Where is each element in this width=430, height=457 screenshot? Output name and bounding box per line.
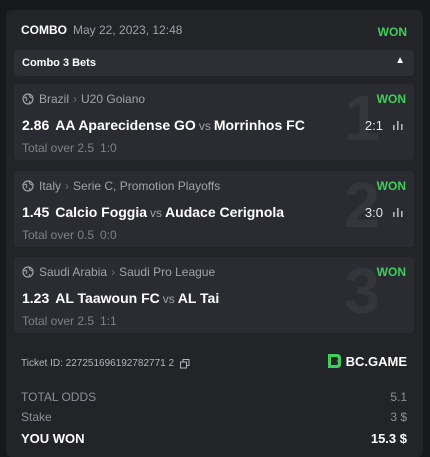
- vs-label: vs: [162, 292, 175, 306]
- market-result: 1:0: [100, 141, 117, 155]
- brand-name: BC.GAME: [345, 353, 407, 369]
- ticket-id-text: Ticket ID: 227251696192782771 2: [21, 358, 175, 369]
- market-name: Total over 2.5: [22, 314, 95, 328]
- market-name: Total over 2.5: [22, 141, 95, 155]
- country-name: Saudi Arabia: [39, 265, 108, 279]
- bet-item[interactable]: 3 Saudi Arabia › Saudi Pro League WON 1.…: [14, 257, 414, 333]
- bet-status: WON: [376, 179, 406, 193]
- stats-icon[interactable]: [392, 207, 404, 218]
- chevron-up-icon[interactable]: ▲: [395, 55, 405, 66]
- league-name: Saudi Pro League: [119, 265, 216, 279]
- match-score: 3:0: [364, 205, 383, 220]
- bet-item[interactable]: 2 Italy › Serie C, Promotion Playoffs WO…: [14, 171, 414, 247]
- payout-value: 15.3 $: [370, 431, 407, 446]
- bet-status: WON: [376, 92, 406, 106]
- home-team: AL Taawoun FC: [55, 290, 160, 306]
- bc-game-logo: BC.GAME: [326, 353, 407, 369]
- vs-label: vs: [198, 119, 211, 133]
- away-team: Morrinhos FC: [213, 117, 305, 133]
- bet-ticket-card: COMBO May 22, 2023, 12:48 WON Combo 3 Be…: [6, 10, 423, 457]
- globe-icon: [22, 266, 34, 278]
- bet-odds: 1.45: [22, 204, 50, 220]
- total-odds-value: 5.1: [390, 390, 407, 404]
- ticket-status: WON: [377, 25, 407, 39]
- bet-league: Italy › Serie C, Promotion Playoffs: [22, 179, 220, 193]
- market-result: 1:1: [100, 314, 117, 328]
- combo-collapse-toggle[interactable]: Combo 3 Bets ▲: [14, 50, 414, 76]
- home-team: Calcio Foggia: [55, 204, 148, 220]
- market-name: Total over 0.5: [22, 228, 95, 242]
- bet-type: COMBO: [21, 23, 67, 37]
- bet-date: May 22, 2023, 12:48: [73, 23, 183, 37]
- stake-value: 3 $: [390, 410, 407, 424]
- match-line: 1.23 AL Taawoun FC vs AL Tai: [22, 290, 219, 306]
- bet-status: WON: [376, 265, 406, 279]
- ticket-header: COMBO May 22, 2023, 12:48: [21, 23, 182, 37]
- globe-icon: [22, 93, 34, 105]
- bet-league: Saudi Arabia › Saudi Pro League: [22, 265, 215, 279]
- bet-league: Brazil › U20 Goiano: [22, 92, 145, 106]
- bet-odds: 1.23: [22, 290, 50, 306]
- globe-icon: [22, 180, 34, 192]
- match-line: 1.45 Calcio Foggia vs Audace Cerignola: [22, 204, 284, 220]
- total-odds-label: TOTAL ODDS: [21, 390, 97, 404]
- league-name: Serie C, Promotion Playoffs: [73, 179, 221, 193]
- bc-game-logo-icon: [327, 354, 341, 368]
- bet-market: Total over 2.5 1:1: [22, 314, 117, 328]
- country-name: Italy: [39, 179, 62, 193]
- away-team: Audace Cerignola: [165, 204, 285, 220]
- home-team: AA Aparecidense GO: [55, 117, 196, 133]
- match-line: 2.86 AA Aparecidense GO vs Morrinhos FC: [22, 117, 305, 133]
- copy-icon[interactable]: [180, 358, 190, 369]
- stats-icon[interactable]: [392, 120, 404, 131]
- bet-market: Total over 2.5 1:0: [22, 141, 117, 155]
- bet-market: Total over 0.5 0:0: [22, 228, 117, 242]
- bet-number: 3: [344, 257, 380, 327]
- stake-label: Stake: [21, 410, 52, 424]
- vs-label: vs: [150, 206, 163, 220]
- league-name: U20 Goiano: [81, 92, 146, 106]
- match-score: 2:1: [364, 118, 383, 133]
- bet-odds: 2.86: [22, 117, 50, 133]
- combo-label: Combo 3 Bets: [22, 57, 96, 69]
- market-result: 0:0: [100, 228, 117, 242]
- payout-label: YOU WON: [21, 431, 85, 446]
- away-team: AL Tai: [177, 290, 220, 306]
- bet-item[interactable]: 1 Brazil › U20 Goiano WON 2.86 AA Apareci…: [14, 84, 414, 160]
- country-name: Brazil: [39, 92, 70, 106]
- ticket-id: Ticket ID: 227251696192782771 2: [21, 358, 190, 369]
